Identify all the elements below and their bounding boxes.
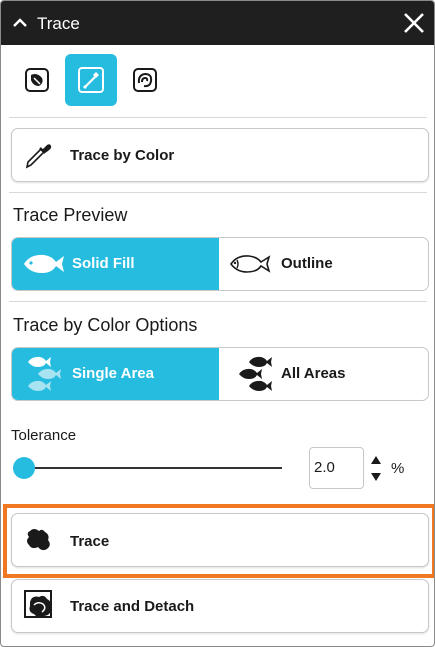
trace-detach-icon bbox=[24, 590, 52, 618]
outline-fish-icon bbox=[230, 255, 271, 273]
eyedropper-icon bbox=[25, 144, 52, 169]
outline-label: Outline bbox=[281, 255, 333, 272]
trace-by-outline-icon bbox=[133, 68, 157, 92]
trace-by-image-icon bbox=[25, 68, 49, 92]
close-icon[interactable] bbox=[402, 11, 426, 35]
single-area-option[interactable]: Single Area bbox=[12, 348, 219, 400]
all-areas-fish-icon bbox=[239, 356, 272, 391]
trace-by-color-options-heading: Trace by Color Options bbox=[13, 315, 198, 335]
solid-fill-option[interactable]: Solid Fill bbox=[12, 238, 219, 290]
single-area-fish-icon bbox=[28, 356, 61, 391]
all-areas-option[interactable]: All Areas bbox=[221, 348, 428, 400]
all-areas-label: All Areas bbox=[281, 365, 346, 382]
trace-preview-toggle: Solid Fill Outline bbox=[11, 237, 429, 291]
trace-area-toggle: Single Area All Areas bbox=[11, 347, 429, 401]
divider bbox=[9, 301, 427, 302]
solid-fill-label: Solid Fill bbox=[72, 255, 135, 272]
trace-by-color-tool-button[interactable] bbox=[65, 54, 117, 106]
trace-by-color-label: Trace by Color bbox=[70, 147, 175, 164]
panel-title: Trace bbox=[37, 14, 80, 33]
trace-button[interactable]: Trace bbox=[11, 513, 429, 567]
tolerance-label: Tolerance bbox=[11, 427, 77, 444]
trace-by-color-icon bbox=[78, 67, 104, 93]
solid-fish-icon bbox=[24, 254, 64, 273]
trace-and-detach-label: Trace and Detach bbox=[70, 598, 195, 615]
trace-label: Trace bbox=[70, 533, 110, 550]
trace-shape-icon bbox=[27, 529, 50, 551]
title-bar: Trace bbox=[1, 1, 434, 45]
trace-and-detach-button[interactable]: Trace and Detach bbox=[11, 579, 429, 633]
tolerance-slider-thumb[interactable] bbox=[13, 457, 35, 479]
divider bbox=[9, 117, 427, 118]
tolerance-value-box[interactable] bbox=[309, 447, 364, 489]
trace-by-outline-tool-button[interactable] bbox=[119, 54, 171, 106]
trace-panel: Trace Trace by Color Trace Preview Solid… bbox=[0, 0, 435, 647]
trace-by-color-button[interactable]: Trace by Color bbox=[11, 128, 429, 182]
outline-option[interactable]: Outline bbox=[221, 238, 428, 290]
tolerance-unit: % bbox=[391, 460, 405, 477]
chevron-up-icon[interactable] bbox=[9, 12, 31, 34]
trace-by-image-tool-button[interactable] bbox=[11, 54, 63, 106]
tolerance-input[interactable] bbox=[310, 448, 364, 486]
trace-preview-heading: Trace Preview bbox=[13, 205, 128, 225]
divider bbox=[9, 192, 427, 193]
increment-arrow-icon[interactable] bbox=[370, 454, 382, 466]
single-area-label: Single Area bbox=[72, 365, 154, 382]
tolerance-slider-track[interactable] bbox=[13, 467, 282, 469]
decrement-arrow-icon[interactable] bbox=[370, 471, 382, 483]
